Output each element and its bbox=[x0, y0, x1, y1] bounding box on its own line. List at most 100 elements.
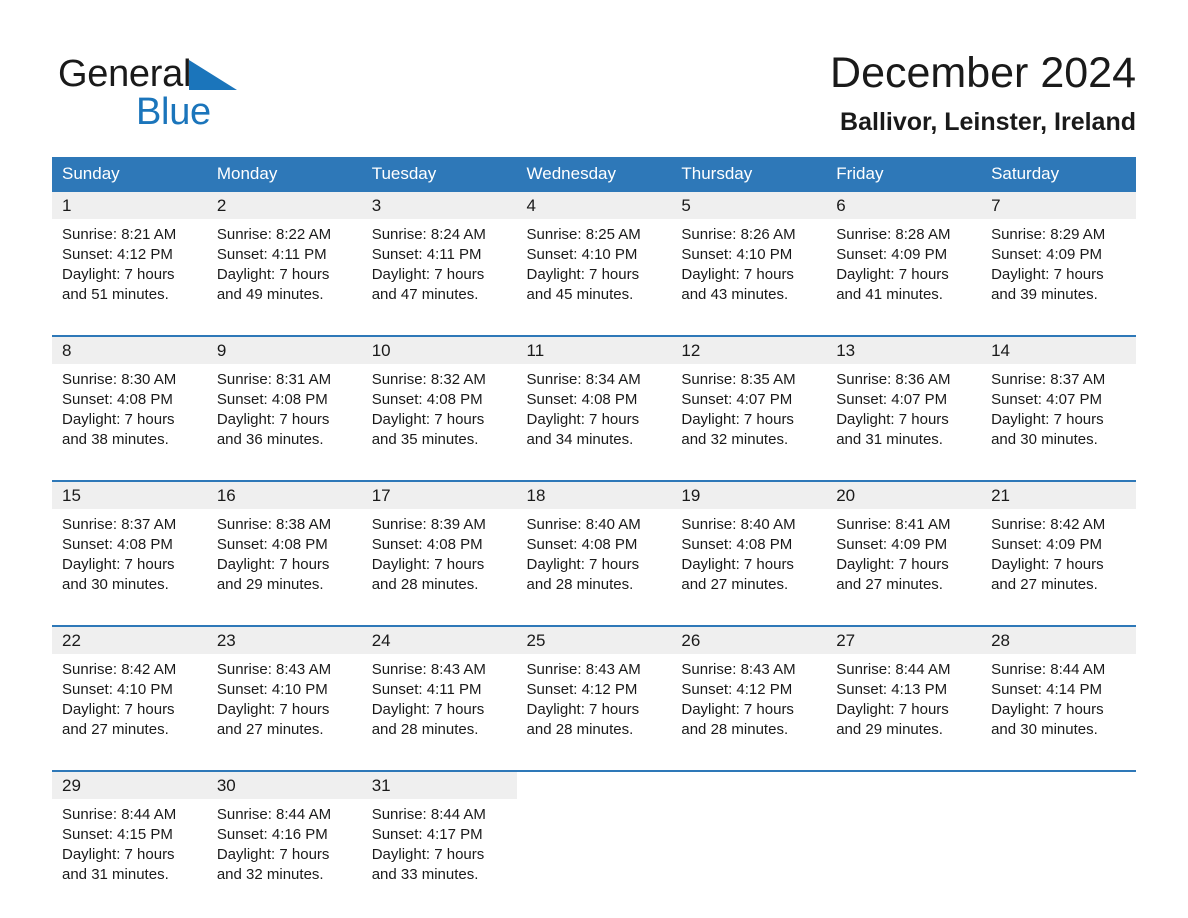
sunset-text: Sunset: 4:11 PM bbox=[371, 246, 482, 263]
calendar-day-cell[interactable]: 12 Sunrise: 8:35 AM Sunset: 4:07 PM Dayligh… bbox=[671, 335, 827, 470]
day-details: Sunrise: 8:42 AM Sunset: 4:10 PM Daylight:… bbox=[52, 654, 207, 740]
day-cell-inner bbox=[516, 772, 672, 905]
daylight-text-line1: Daylight: 7 hours bbox=[371, 701, 485, 718]
sunset-text: Sunset: 4:08 PM bbox=[62, 536, 173, 553]
sunset-text: Sunset: 4:07 PM bbox=[681, 391, 793, 408]
general-blue-logo[interactable]: General Blue bbox=[58, 52, 358, 142]
week-spacer-cell bbox=[52, 325, 1136, 336]
calendar-day-cell[interactable]: 5 Sunrise: 8:26 AM Sunset: 4:10 PM Daylight… bbox=[671, 192, 827, 325]
sunrise-text: Sunrise: 8:24 AM bbox=[371, 226, 486, 243]
daylight-text-line1: Daylight: 7 hours bbox=[836, 701, 949, 718]
daylight-text-line1: Daylight: 7 hours bbox=[836, 411, 949, 428]
daylight-text-line2: and 31 minutes. bbox=[62, 866, 169, 883]
sunset-text: Sunset: 4:11 PM bbox=[216, 246, 327, 263]
day-cell-inner: 21 Sunrise: 8:42 AM Sunset: 4:09 PM Dayligh… bbox=[981, 482, 1136, 615]
logo-blue-text: Blue bbox=[136, 91, 211, 133]
day-number: 24 bbox=[361, 627, 517, 654]
day-details: Sunrise: 8:22 AM Sunset: 4:11 PM Daylight:… bbox=[207, 219, 362, 305]
calendar-grid: Sunday Monday Tuesday Wednesday Thursday… bbox=[52, 157, 1136, 905]
day-cell-inner: 17 Sunrise: 8:39 AM Sunset: 4:08 PM Dayligh… bbox=[361, 482, 517, 615]
day-details: Sunrise: 8:37 AM Sunset: 4:08 PM Daylight:… bbox=[52, 509, 207, 595]
sunrise-text: Sunrise: 8:43 AM bbox=[526, 661, 641, 678]
daylight-text-line1: Daylight: 7 hours bbox=[216, 556, 330, 573]
calendar-day-cell[interactable]: 10 Sunrise: 8:32 AM Sunset: 4:08 PM Dayligh… bbox=[361, 335, 517, 470]
calendar-day-cell[interactable]: 2 Sunrise: 8:22 AM Sunset: 4:11 PM Daylight… bbox=[206, 192, 362, 325]
sunset-text: Sunset: 4:15 PM bbox=[62, 826, 173, 843]
daylight-text-line2: and 47 minutes. bbox=[371, 286, 479, 303]
daylight-text-line1: Daylight: 7 hours bbox=[526, 266, 640, 283]
sunset-text: Sunset: 4:11 PM bbox=[371, 681, 482, 698]
day-cell-inner: 25 Sunrise: 8:43 AM Sunset: 4:12 PM Dayligh… bbox=[516, 627, 672, 760]
calendar-day-cell[interactable]: 3 Sunrise: 8:24 AM Sunset: 4:11 PM Daylight… bbox=[361, 192, 517, 325]
daylight-text-line2: and 27 minutes. bbox=[991, 576, 1098, 593]
sunrise-text: Sunrise: 8:43 AM bbox=[371, 661, 486, 678]
calendar-day-cell[interactable]: 22 Sunrise: 8:42 AM Sunset: 4:10 PM Dayligh… bbox=[52, 625, 207, 760]
calendar-day-cell[interactable]: 26 Sunrise: 8:43 AM Sunset: 4:12 PM Dayligh… bbox=[671, 625, 827, 760]
daylight-text-line1: Daylight: 7 hours bbox=[216, 266, 330, 283]
sunset-text: Sunset: 4:09 PM bbox=[836, 246, 948, 263]
calendar-day-cell[interactable]: 8 Sunrise: 8:30 AM Sunset: 4:08 PM Daylight… bbox=[52, 335, 207, 470]
daylight-text-line1: Daylight: 7 hours bbox=[62, 556, 175, 573]
calendar-day-cell[interactable]: 23 Sunrise: 8:43 AM Sunset: 4:10 PM Dayligh… bbox=[206, 625, 362, 760]
daylight-text-line1: Daylight: 7 hours bbox=[681, 266, 794, 283]
daylight-text-line2: and 30 minutes. bbox=[62, 576, 169, 593]
day-cell-inner: 22 Sunrise: 8:42 AM Sunset: 4:10 PM Dayligh… bbox=[52, 627, 207, 760]
calendar-day-cell[interactable]: 29 Sunrise: 8:44 AM Sunset: 4:15 PM Dayligh… bbox=[52, 770, 207, 905]
calendar-day-cell[interactable]: 16 Sunrise: 8:38 AM Sunset: 4:08 PM Dayligh… bbox=[206, 480, 362, 615]
calendar-day-cell[interactable]: 6 Sunrise: 8:28 AM Sunset: 4:09 PM Daylight… bbox=[826, 192, 982, 325]
daylight-text-line2: and 51 minutes. bbox=[62, 286, 169, 303]
sunset-text: Sunset: 4:08 PM bbox=[216, 536, 328, 553]
sunrise-text: Sunrise: 8:37 AM bbox=[991, 371, 1106, 388]
day-details: Sunrise: 8:25 AM Sunset: 4:10 PM Daylight:… bbox=[517, 219, 672, 305]
day-cell-inner: 16 Sunrise: 8:38 AM Sunset: 4:08 PM Dayligh… bbox=[206, 482, 362, 615]
sunset-text: Sunset: 4:08 PM bbox=[526, 536, 638, 553]
calendar-day-cell[interactable]: 20 Sunrise: 8:41 AM Sunset: 4:09 PM Dayligh… bbox=[826, 480, 982, 615]
calendar-day-cell[interactable]: 1 Sunrise: 8:21 AM Sunset: 4:12 PM Daylight… bbox=[52, 192, 207, 325]
daylight-text-line1: Daylight: 7 hours bbox=[371, 846, 485, 863]
calendar-day-cell[interactable]: 14 Sunrise: 8:37 AM Sunset: 4:07 PM Dayligh… bbox=[981, 335, 1136, 470]
day-number: 14 bbox=[981, 337, 1136, 364]
calendar-day-cell[interactable]: 13 Sunrise: 8:36 AM Sunset: 4:07 PM Dayligh… bbox=[826, 335, 982, 470]
day-number: 6 bbox=[826, 192, 982, 219]
sunset-text: Sunset: 4:09 PM bbox=[991, 246, 1102, 263]
daylight-text-line2: and 28 minutes. bbox=[526, 576, 634, 593]
sunset-text: Sunset: 4:17 PM bbox=[371, 826, 483, 843]
calendar-day-cell[interactable]: 21 Sunrise: 8:42 AM Sunset: 4:09 PM Dayligh… bbox=[981, 480, 1136, 615]
daylight-text-line1: Daylight: 7 hours bbox=[991, 266, 1104, 283]
sunrise-text: Sunrise: 8:25 AM bbox=[526, 226, 641, 243]
calendar-day-cell[interactable]: 9 Sunrise: 8:31 AM Sunset: 4:08 PM Daylight… bbox=[206, 335, 362, 470]
day-number: 31 bbox=[361, 772, 517, 799]
calendar-day-cell[interactable]: 19 Sunrise: 8:40 AM Sunset: 4:08 PM Dayligh… bbox=[671, 480, 827, 615]
day-cell-inner: 27 Sunrise: 8:44 AM Sunset: 4:13 PM Dayligh… bbox=[826, 627, 982, 760]
daylight-text-line1: Daylight: 7 hours bbox=[371, 556, 485, 573]
calendar-day-cell[interactable]: 25 Sunrise: 8:43 AM Sunset: 4:12 PM Dayligh… bbox=[516, 625, 672, 760]
weekday-header-saturday: Saturday bbox=[981, 157, 1136, 192]
daylight-text-line2: and 34 minutes. bbox=[526, 431, 634, 448]
calendar-day-cell[interactable]: 24 Sunrise: 8:43 AM Sunset: 4:11 PM Dayligh… bbox=[361, 625, 517, 760]
calendar-day-cell[interactable]: 27 Sunrise: 8:44 AM Sunset: 4:13 PM Dayligh… bbox=[826, 625, 982, 760]
sunrise-text: Sunrise: 8:41 AM bbox=[836, 516, 951, 533]
day-details: Sunrise: 8:31 AM Sunset: 4:08 PM Daylight:… bbox=[207, 364, 362, 450]
day-details: Sunrise: 8:29 AM Sunset: 4:09 PM Daylight:… bbox=[981, 219, 1136, 305]
calendar-day-cell[interactable]: 15 Sunrise: 8:37 AM Sunset: 4:08 PM Dayligh… bbox=[52, 480, 207, 615]
day-number: 15 bbox=[52, 482, 207, 509]
calendar-day-cell[interactable]: 31 Sunrise: 8:44 AM Sunset: 4:17 PM Dayligh… bbox=[361, 770, 517, 905]
calendar-cell-empty bbox=[516, 770, 672, 905]
day-cell-inner: 5 Sunrise: 8:26 AM Sunset: 4:10 PM Daylight… bbox=[671, 192, 827, 325]
calendar-day-cell[interactable]: 4 Sunrise: 8:25 AM Sunset: 4:10 PM Daylight… bbox=[516, 192, 672, 325]
calendar-day-cell[interactable]: 11 Sunrise: 8:34 AM Sunset: 4:08 PM Dayligh… bbox=[516, 335, 672, 470]
daylight-text-line2: and 28 minutes. bbox=[371, 576, 479, 593]
day-number: 30 bbox=[206, 772, 362, 799]
calendar-day-cell[interactable]: 28 Sunrise: 8:44 AM Sunset: 4:14 PM Dayligh… bbox=[981, 625, 1136, 760]
calendar-day-cell[interactable]: 18 Sunrise: 8:40 AM Sunset: 4:08 PM Dayligh… bbox=[516, 480, 672, 615]
day-number: 3 bbox=[361, 192, 517, 219]
calendar-day-cell[interactable]: 17 Sunrise: 8:39 AM Sunset: 4:08 PM Dayligh… bbox=[361, 480, 517, 615]
day-cell-inner bbox=[981, 772, 1136, 905]
calendar-day-cell[interactable]: 30 Sunrise: 8:44 AM Sunset: 4:16 PM Dayligh… bbox=[206, 770, 362, 905]
daylight-text-line2: and 29 minutes. bbox=[216, 576, 324, 593]
calendar-day-cell[interactable]: 7 Sunrise: 8:29 AM Sunset: 4:09 PM Daylight… bbox=[981, 192, 1136, 325]
sunrise-text: Sunrise: 8:40 AM bbox=[526, 516, 641, 533]
sunrise-text: Sunrise: 8:44 AM bbox=[62, 806, 177, 823]
sunset-text: Sunset: 4:08 PM bbox=[526, 391, 638, 408]
day-cell-inner: 12 Sunrise: 8:35 AM Sunset: 4:07 PM Dayligh… bbox=[671, 337, 827, 470]
